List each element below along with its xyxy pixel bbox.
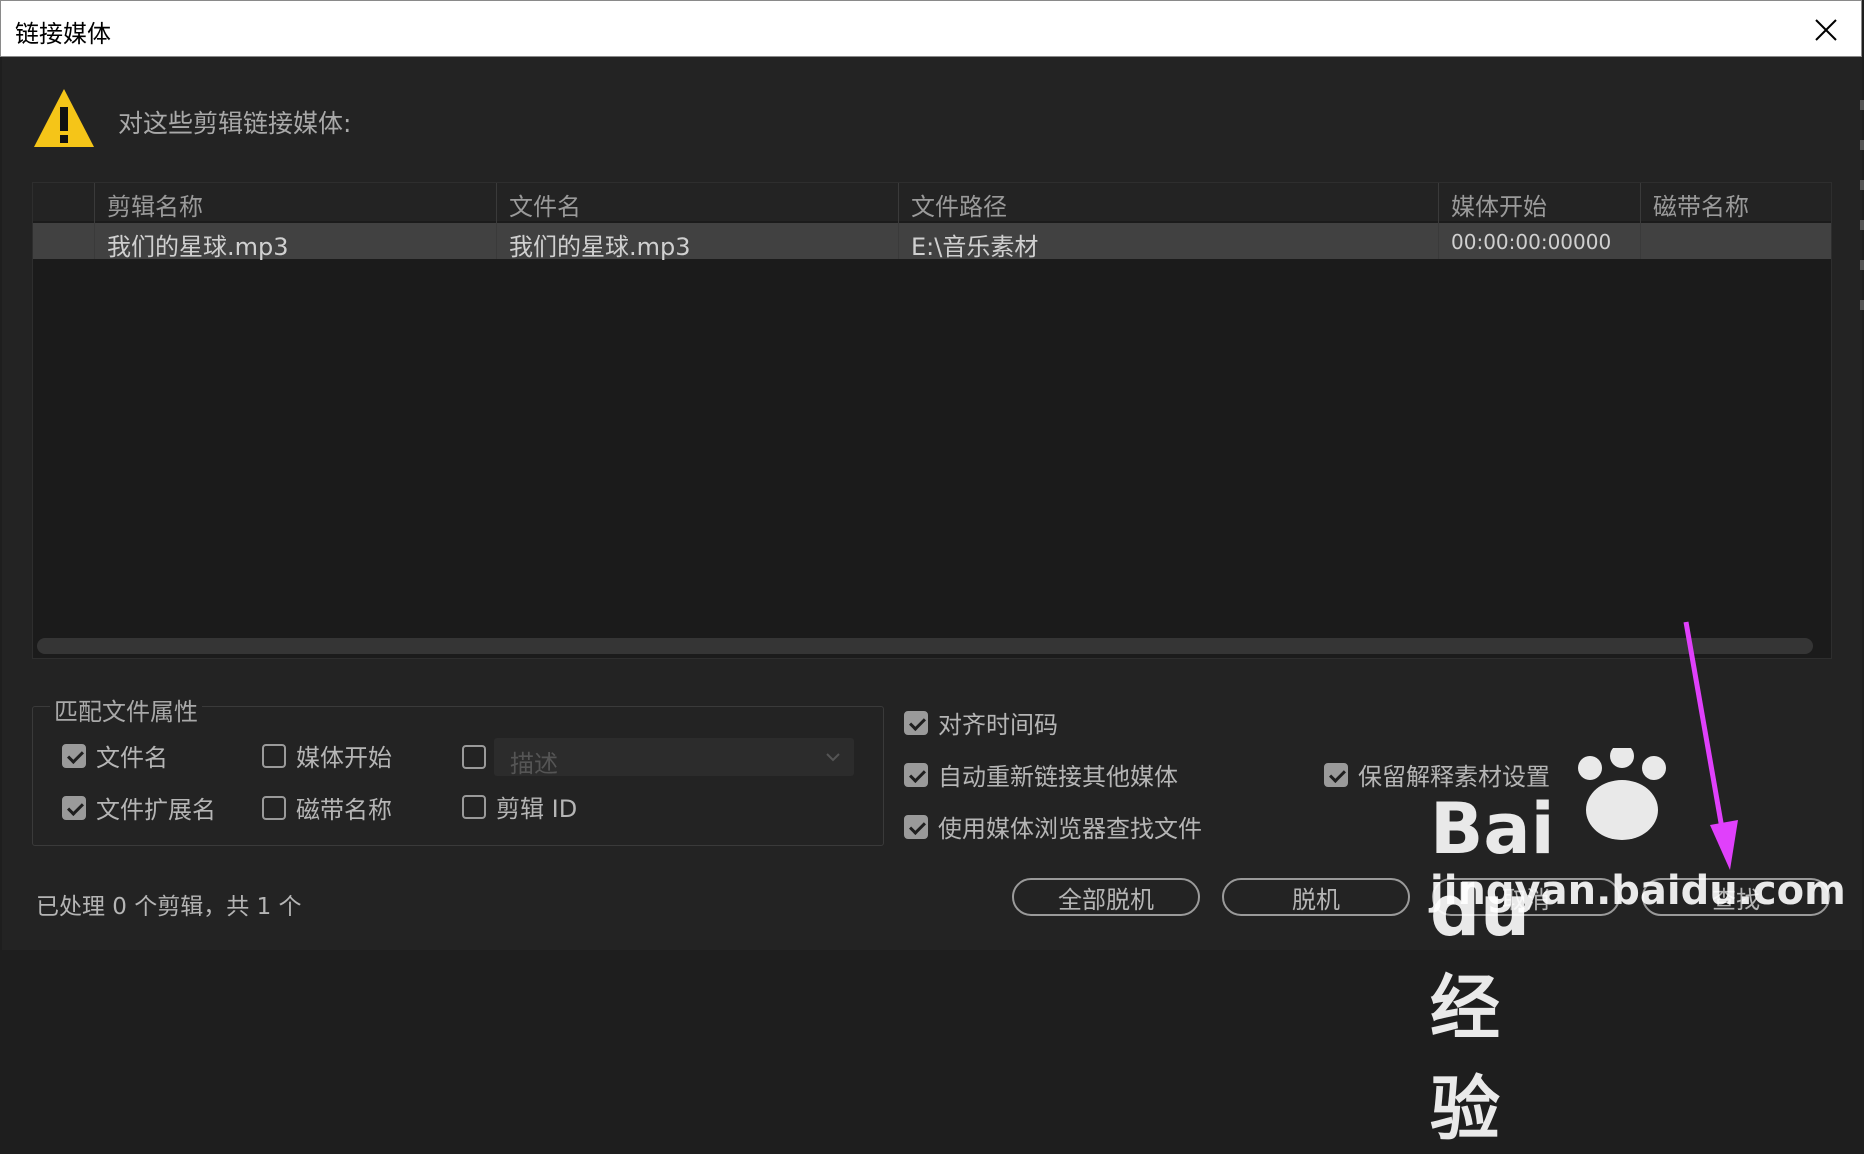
checkbox-checked-icon[interactable] — [904, 814, 928, 839]
match-file-ext-label: 文件扩展名 — [96, 796, 216, 824]
column-divider — [94, 183, 95, 259]
checkbox-unchecked-icon[interactable] — [462, 745, 486, 769]
col-media-start[interactable]: 媒体开始 — [1451, 187, 1547, 222]
cancel-button[interactable]: 取消 — [1432, 878, 1620, 916]
offline-button[interactable]: 脱机 — [1222, 878, 1410, 916]
match-media-start-checkbox[interactable]: 媒体开始 — [262, 738, 392, 773]
offline-all-button[interactable]: 全部脱机 — [1012, 878, 1200, 916]
match-file-name-checkbox[interactable]: 文件名 — [62, 738, 168, 773]
col-tape-name[interactable]: 磁带名称 — [1653, 187, 1749, 222]
window-edge — [1860, 100, 1864, 340]
locate-button[interactable]: 查找 — [1642, 878, 1830, 916]
table-row[interactable]: 我们的星球.mp3 我们的星球.mp3 E:\音乐素材 00:00:00:000… — [33, 223, 1831, 261]
column-divider — [898, 183, 899, 259]
auto-relink-checkbox[interactable]: 自动重新链接其他媒体 — [904, 757, 1178, 792]
cell-file-path: E:\音乐素材 — [911, 233, 1039, 261]
cell-media-start: 00:00:00:00000 — [1451, 230, 1612, 254]
match-clip-id-label: 剪辑 ID — [496, 795, 578, 823]
window-title: 链接媒体 — [15, 20, 111, 48]
cell-file-name: 我们的星球.mp3 — [509, 233, 691, 261]
checkbox-checked-icon[interactable] — [62, 743, 86, 768]
warning-message: 对这些剪辑链接媒体: — [118, 109, 352, 138]
cell-clip-name: 我们的星球.mp3 — [107, 233, 289, 261]
status-text: 已处理 0 个剪辑，共 1 个 — [36, 894, 302, 920]
table-header: 剪辑名称 文件名 文件路径 媒体开始 磁带名称 — [33, 183, 1831, 221]
preserve-interpret-checkbox[interactable]: 保留解释素材设置 — [1324, 757, 1550, 792]
warning-icon — [34, 89, 94, 147]
arrow-annotation-icon — [1683, 621, 1738, 870]
match-file-ext-checkbox[interactable]: 文件扩展名 — [62, 790, 216, 825]
align-timecode-label: 对齐时间码 — [938, 711, 1058, 739]
match-properties-group — [32, 706, 884, 846]
preserve-interpret-label: 保留解释素材设置 — [1358, 763, 1550, 791]
match-description-checkbox[interactable] — [462, 745, 496, 769]
match-media-start-label: 媒体开始 — [296, 744, 392, 772]
match-properties-title: 匹配文件属性 — [50, 692, 202, 727]
clip-table: 剪辑名称 文件名 文件路径 媒体开始 磁带名称 我们的星球.mp3 我们的星球.… — [32, 182, 1832, 659]
column-divider — [1640, 183, 1641, 259]
column-divider — [496, 183, 497, 259]
match-file-name-label: 文件名 — [96, 744, 168, 772]
description-select[interactable]: 描述 — [494, 738, 854, 778]
col-clip-name[interactable]: 剪辑名称 — [107, 187, 203, 222]
checkbox-checked-icon[interactable] — [904, 710, 928, 735]
close-icon — [1815, 19, 1837, 41]
use-media-browser-label: 使用媒体浏览器查找文件 — [938, 815, 1202, 843]
col-file-name[interactable]: 文件名 — [509, 187, 581, 222]
checkbox-checked-icon[interactable] — [62, 795, 86, 820]
checkbox-unchecked-icon[interactable] — [262, 743, 286, 768]
description-select-value: 描述 — [510, 750, 558, 778]
horizontal-scrollbar[interactable] — [37, 638, 1813, 654]
checkbox-unchecked-icon[interactable] — [262, 795, 286, 820]
close-button[interactable] — [1805, 9, 1847, 51]
match-tape-name-checkbox[interactable]: 磁带名称 — [262, 790, 392, 825]
title-bar: 链接媒体 — [0, 0, 1862, 57]
checkbox-checked-icon[interactable] — [1324, 762, 1348, 787]
match-clip-id-checkbox[interactable]: 剪辑 ID — [462, 789, 577, 824]
align-timecode-checkbox[interactable]: 对齐时间码 — [904, 705, 1058, 740]
match-tape-name-label: 磁带名称 — [296, 796, 392, 824]
column-divider — [1438, 183, 1439, 259]
col-file-path[interactable]: 文件路径 — [911, 187, 1007, 222]
checkbox-checked-icon[interactable] — [904, 762, 928, 787]
chevron-down-icon — [826, 753, 840, 762]
checkbox-unchecked-icon[interactable] — [462, 794, 486, 819]
use-media-browser-checkbox[interactable]: 使用媒体浏览器查找文件 — [904, 809, 1202, 844]
auto-relink-label: 自动重新链接其他媒体 — [938, 763, 1178, 791]
